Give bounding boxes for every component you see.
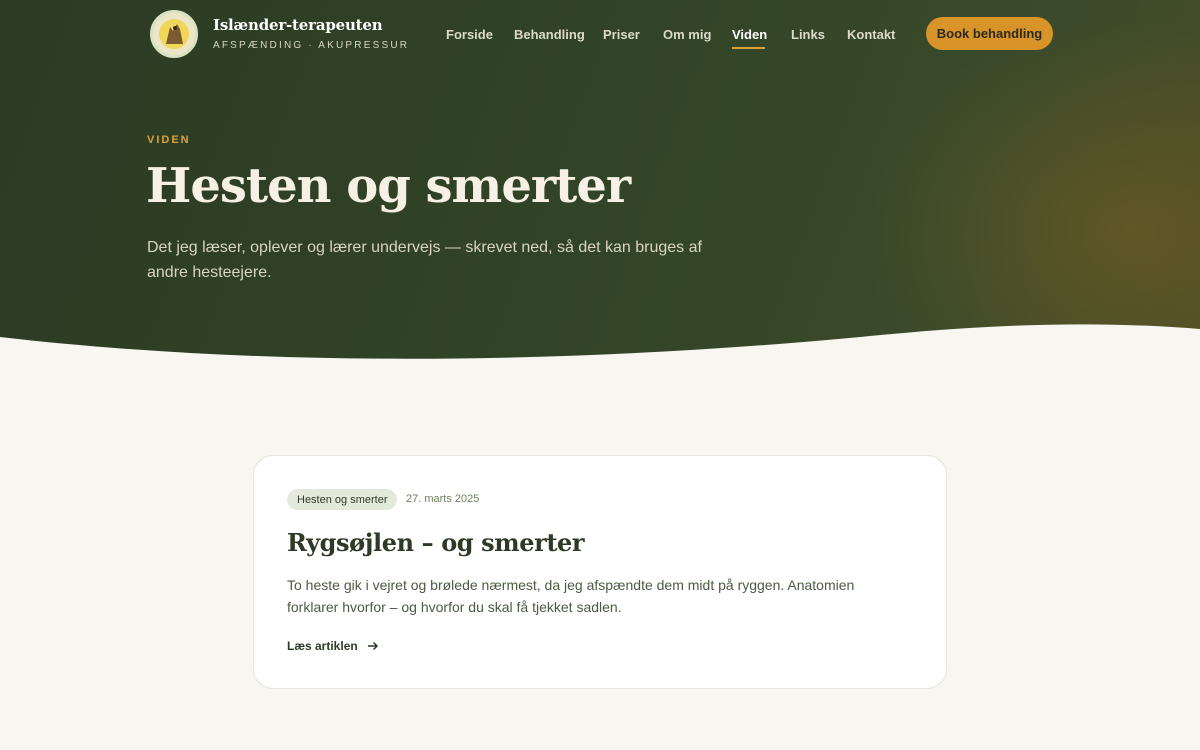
book-treatment-button[interactable]: Book behandling — [926, 17, 1053, 50]
page-title: Hesten og smerter — [146, 158, 631, 214]
article-date: 27. marts 2025 — [406, 493, 480, 505]
brand-tagline: AFSPÆNDING · AKUPRESSUR — [213, 40, 410, 51]
article-title[interactable]: Rygsøjlen – og smerter — [287, 528, 585, 557]
article-card[interactable]: Hesten og smerter 27. marts 2025 Rygsøjl… — [253, 455, 947, 689]
hero-wave-divider — [0, 324, 1200, 360]
brand-name[interactable]: Islænder-terapeuten — [213, 16, 383, 34]
hero-intro: Det jeg læser, oplever og lærer undervej… — [147, 239, 702, 281]
hero-eyebrow: VIDEN — [147, 134, 191, 146]
hero-section: Islænder-terapeuten AFSPÆNDING · AKUPRES… — [0, 0, 1200, 360]
nav-item-forside[interactable]: Forside — [446, 27, 493, 42]
read-article-link[interactable]: Læs artiklen — [287, 639, 379, 653]
nav-item-kontakt[interactable]: Kontakt — [847, 27, 895, 42]
nav-item-behandling[interactable]: Behandling — [514, 27, 585, 42]
horse-logo-icon — [153, 13, 195, 55]
nav-item-links[interactable]: Links — [791, 27, 825, 42]
nav-item-priser[interactable]: Priser — [603, 27, 640, 42]
nav-item-om-mig[interactable]: Om mig — [663, 27, 711, 42]
article-excerpt: To heste gik i vejret og brølede nærmest… — [287, 577, 855, 615]
site-header: Islænder-terapeuten AFSPÆNDING · AKUPRES… — [0, 0, 1200, 70]
nav-item-viden[interactable]: Viden — [732, 27, 767, 42]
logo[interactable] — [150, 10, 198, 58]
read-article-label: Læs artiklen — [287, 639, 358, 653]
nav-active-indicator — [732, 47, 765, 49]
arrow-right-icon — [367, 641, 378, 651]
article-category-tag[interactable]: Hesten og smerter — [287, 489, 398, 510]
